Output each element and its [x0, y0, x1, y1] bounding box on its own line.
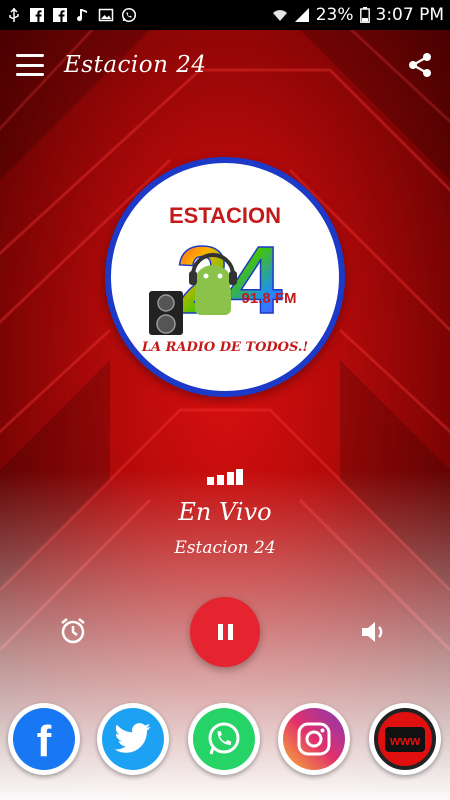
facebook-button[interactable]: f — [8, 703, 80, 775]
whatsapp-icon — [208, 722, 240, 755]
speaker-icon — [149, 291, 183, 335]
signal-icon — [294, 8, 309, 22]
toolbar: Estacion 24 — [0, 30, 450, 100]
wifi-icon — [272, 10, 287, 21]
facebook-notif-icon — [30, 8, 44, 22]
station-logo: ESTACION 24 91.8 FM LA RADIO DE TODOS.! — [105, 157, 345, 397]
clock: 3:07 PM — [375, 5, 445, 25]
twitter-icon — [114, 723, 151, 753]
alarm-clock-icon[interactable] — [58, 616, 88, 646]
logo-brand: ESTACION — [169, 203, 281, 228]
usb-icon — [9, 7, 19, 22]
signal-bars-icon — [207, 469, 243, 485]
hamburger-menu-icon[interactable] — [16, 54, 44, 76]
facebook-icon: f — [36, 717, 52, 766]
volume-icon[interactable] — [358, 617, 388, 647]
logo-artwork: ESTACION 24 91.8 FM LA RADIO DE TODOS.! — [141, 203, 308, 355]
status-bar: 23% 3:07 PM — [0, 0, 450, 30]
now-playing-station: Estacion 24 — [174, 538, 276, 558]
pause-button[interactable] — [190, 597, 260, 667]
battery-percent: 23% — [315, 5, 354, 25]
system-status: 23% 3:07 PM — [272, 5, 444, 25]
whatsapp-button[interactable] — [188, 703, 260, 775]
instagram-button[interactable] — [278, 703, 350, 775]
twitter-button[interactable] — [97, 703, 169, 775]
instagram-icon — [297, 722, 331, 756]
app-title: Estacion 24 — [64, 52, 207, 78]
player-background — [0, 30, 450, 800]
logo-slogan: LA RADIO DE TODOS.! — [141, 340, 308, 355]
now-playing-title: En Vivo — [178, 498, 272, 526]
facebook-notif-icon — [53, 8, 67, 22]
pause-icon — [217, 624, 233, 640]
share-icon[interactable] — [406, 51, 434, 79]
whatsapp-notif-icon — [121, 7, 137, 23]
website-label: www — [389, 732, 421, 748]
website-button[interactable]: www — [369, 703, 441, 775]
music-notif-icon — [77, 9, 87, 22]
battery-icon — [359, 7, 370, 23]
image-notif-icon — [98, 8, 114, 22]
notification-icons — [6, 7, 137, 23]
website-icon: www — [384, 726, 426, 752]
logo-frequency: 91.8 FM — [241, 290, 296, 307]
